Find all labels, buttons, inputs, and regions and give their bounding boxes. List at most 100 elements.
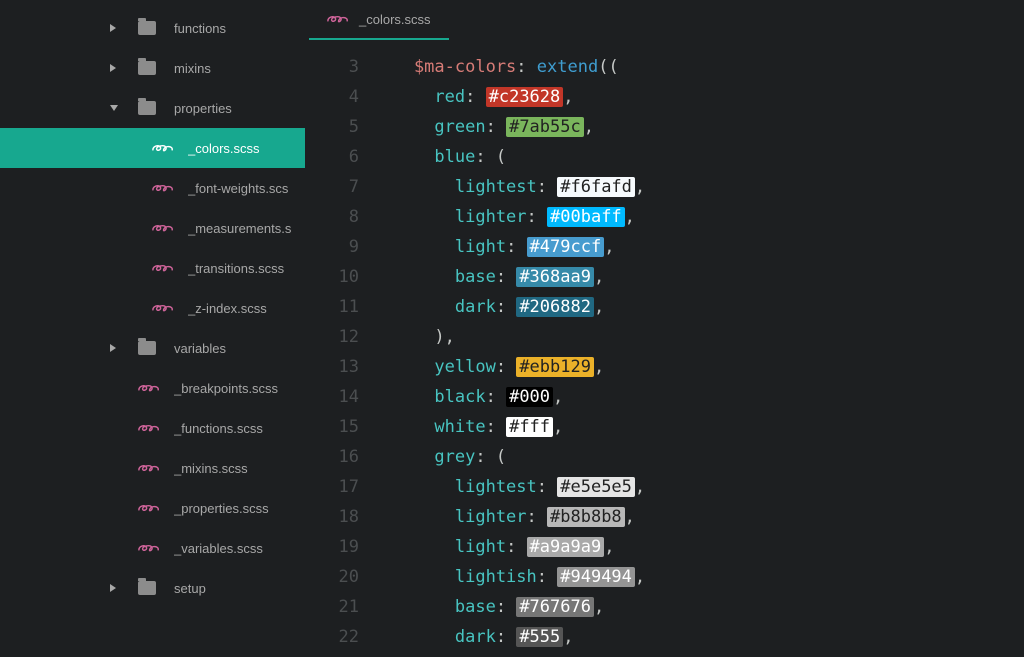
- color-swatch: #fff: [506, 417, 553, 437]
- sass-icon: [152, 181, 174, 195]
- color-swatch: #368aa9: [516, 267, 594, 287]
- code-line: yellow: #ebb129,: [373, 352, 645, 382]
- token-key: lightest: [455, 477, 537, 497]
- sass-icon: [152, 301, 174, 315]
- tree-file--properties-scss[interactable]: _properties.scss: [0, 488, 305, 528]
- tree-item-label: _variables.scss: [174, 541, 263, 556]
- chevron-down-icon: [110, 105, 118, 111]
- token-key: base: [455, 267, 496, 287]
- folder-icon: [138, 341, 156, 355]
- color-swatch: #949494: [557, 567, 635, 587]
- tree-item-label: _functions.scss: [174, 421, 263, 436]
- line-number: 15: [305, 412, 359, 442]
- token-key: base: [455, 597, 496, 617]
- chevron-right-icon: [110, 24, 116, 32]
- line-gutter: 345678910111213141516171819202122: [305, 40, 373, 657]
- file-tree: functions mixins properties _colors.scss _fo…: [0, 0, 305, 657]
- tree-item-label: mixins: [174, 61, 211, 76]
- tree-folder-variables[interactable]: variables: [0, 328, 305, 368]
- tree-file--variables-scss[interactable]: _variables.scss: [0, 528, 305, 568]
- token-key: lighter: [455, 507, 527, 527]
- tree-item-label: functions: [174, 21, 226, 36]
- code-line: red: #c23628,: [373, 82, 645, 112]
- tree-item-label: _breakpoints.scss: [174, 381, 278, 396]
- color-swatch: #00baff: [547, 207, 625, 227]
- line-number: 16: [305, 442, 359, 472]
- token-key: lightish: [455, 567, 537, 587]
- token-key: blue: [434, 147, 475, 167]
- token-variable: $ma-colors: [414, 57, 516, 77]
- tree-file--z-index-scss[interactable]: _z-index.scss: [0, 288, 305, 328]
- tree-item-label: variables: [174, 341, 226, 356]
- color-swatch: #479ccf: [527, 237, 605, 257]
- color-swatch: #ebb129: [516, 357, 594, 377]
- code-line: dark: #206882,: [373, 292, 645, 322]
- line-number: 3: [305, 52, 359, 82]
- code-area[interactable]: $ma-colors: extend((red: #c23628,green: …: [373, 40, 645, 657]
- color-swatch: #767676: [516, 597, 594, 617]
- folder-icon: [138, 101, 156, 115]
- token-key: dark: [455, 627, 496, 647]
- color-swatch: #f6fafd: [557, 177, 635, 197]
- line-number: 18: [305, 502, 359, 532]
- token-key: white: [434, 417, 485, 437]
- tree-item-label: _transitions.scss: [188, 261, 284, 276]
- tab-label: _colors.scss: [359, 12, 431, 27]
- code-line: white: #fff,: [373, 412, 645, 442]
- tree-file--measurements-s[interactable]: _measurements.s: [0, 208, 305, 248]
- chevron-right-icon: [110, 64, 116, 72]
- token-key: dark: [455, 297, 496, 317]
- color-swatch: #000: [506, 387, 553, 407]
- code-line: lighter: #b8b8b8,: [373, 502, 645, 532]
- token-key: yellow: [434, 357, 495, 377]
- tree-folder-setup[interactable]: setup: [0, 568, 305, 608]
- code-line: lightest: #e5e5e5,: [373, 472, 645, 502]
- sass-icon: [152, 261, 174, 275]
- code-line: lightish: #949494,: [373, 562, 645, 592]
- tree-folder-properties[interactable]: properties: [0, 88, 305, 128]
- line-number: 6: [305, 142, 359, 172]
- code-line: lightest: #f6fafd,: [373, 172, 645, 202]
- color-swatch: #7ab55c: [506, 117, 584, 137]
- tab-bar: _colors.scss: [305, 0, 1024, 40]
- tree-item-label: _colors.scss: [188, 141, 260, 156]
- color-swatch: #b8b8b8: [547, 507, 625, 527]
- chevron-right-icon: [110, 344, 116, 352]
- tree-item-label: _z-index.scss: [188, 301, 267, 316]
- color-swatch: #206882: [516, 297, 594, 317]
- code-line: base: #368aa9,: [373, 262, 645, 292]
- folder-icon: [138, 61, 156, 75]
- sass-icon: [152, 141, 174, 155]
- sass-icon: [138, 541, 160, 555]
- token-key: light: [455, 237, 506, 257]
- sass-icon: [138, 421, 160, 435]
- tab-colors[interactable]: _colors.scss: [309, 0, 449, 40]
- line-number: 12: [305, 322, 359, 352]
- tree-file--transitions-scss[interactable]: _transitions.scss: [0, 248, 305, 288]
- line-number: 7: [305, 172, 359, 202]
- code-line: black: #000,: [373, 382, 645, 412]
- code-line: base: #767676,: [373, 592, 645, 622]
- sass-icon: [138, 381, 160, 395]
- color-swatch: #555: [516, 627, 563, 647]
- tree-folder-mixins[interactable]: mixins: [0, 48, 305, 88]
- line-number: 10: [305, 262, 359, 292]
- tree-file--breakpoints-scss[interactable]: _breakpoints.scss: [0, 368, 305, 408]
- folder-icon: [138, 21, 156, 35]
- tree-file--colors-scss[interactable]: _colors.scss: [0, 128, 305, 168]
- tree-folder-functions[interactable]: functions: [0, 8, 305, 48]
- token-key: lightest: [455, 177, 537, 197]
- color-swatch: #c23628: [486, 87, 564, 107]
- tree-file--mixins-scss[interactable]: _mixins.scss: [0, 448, 305, 488]
- tree-item-label: _measurements.s: [188, 221, 291, 236]
- line-number: 4: [305, 82, 359, 112]
- code-line: green: #7ab55c,: [373, 112, 645, 142]
- tree-file--functions-scss[interactable]: _functions.scss: [0, 408, 305, 448]
- code-line: grey: (: [373, 442, 645, 472]
- token-function: extend: [537, 57, 598, 77]
- token-key: light: [455, 537, 506, 557]
- sass-icon: [138, 461, 160, 475]
- token-key: green: [434, 117, 485, 137]
- tree-file--font-weights-scs[interactable]: _font-weights.scs: [0, 168, 305, 208]
- line-number: 14: [305, 382, 359, 412]
